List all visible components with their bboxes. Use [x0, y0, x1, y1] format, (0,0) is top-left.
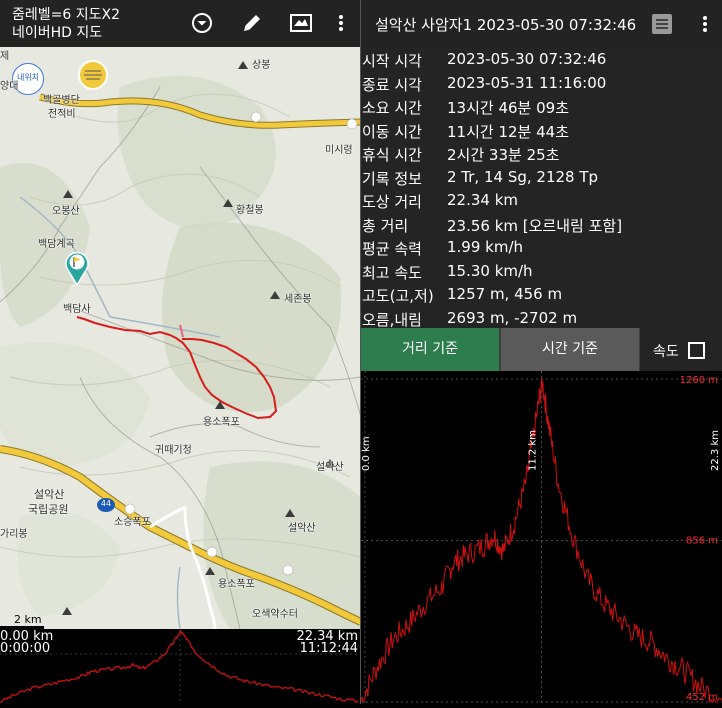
track-start-marker-icon[interactable] — [64, 250, 90, 287]
info-label: 종료 시각 — [362, 75, 422, 94]
track-title: 설악산 사암자1 2023-05-30 07:32:46 — [375, 16, 637, 34]
info-value: 22.34 km — [447, 191, 519, 209]
map-scale-label: 2 km — [14, 613, 42, 626]
map-label: 미시령 — [325, 145, 353, 156]
info-row-moving-time: 이동 시간 11시간 12분 44초 — [361, 121, 722, 145]
info-value: 2693 m, -2702 m — [447, 308, 578, 327]
map-view[interactable]: 내위치 상봉 제 양대 백골병단 전적비 미시령 오봉산 황철봉 백담계곡 백담… — [0, 47, 361, 629]
more-vert-icon[interactable] — [691, 10, 719, 38]
x-tick-label: 0.0 km — [361, 436, 372, 471]
info-row-duration: 소요 시간 13시간 46분 09초 — [361, 97, 722, 121]
map-label: 설악산 — [288, 523, 316, 534]
info-row-max-speed: 최고 속도 15.30 km/h — [361, 262, 722, 286]
info-row-record-info: 기록 정보 2 Tr, 14 Sg, 2128 Tp — [361, 168, 722, 192]
zoom-level-text: 줌레벨=6 지도X2 — [12, 7, 120, 23]
map-label: 용소폭포 — [203, 417, 240, 428]
info-value: 2 Tr, 14 Sg, 2128 Tp — [447, 167, 599, 186]
mini-elevation-chart[interactable]: 0.00 km 0:00:00 22.34 km 11:12:44 — [0, 629, 361, 704]
map-scale-bar: 2 km — [0, 613, 60, 629]
info-label: 총 거리 — [362, 216, 409, 235]
info-label: 기록 정보 — [362, 169, 422, 188]
map-label: 소승폭포 — [114, 517, 151, 528]
map-pane: 줌레벨=6 지도X2 네이버HD 지도 내위치 상봉 제 양대 백골병단 전적비… — [0, 0, 361, 704]
info-value: 2023-05-31 11:16:00 — [447, 73, 607, 92]
info-label: 고도(고,저) — [362, 287, 434, 305]
chart-mode-tabs: 거리 기준 시간 기준 속도 — [361, 328, 722, 371]
info-row-end-time: 종료 시각 2023-05-31 11:16:00 — [361, 74, 722, 98]
info-label: 소요 시간 — [362, 99, 422, 117]
info-label: 평균 속력 — [362, 240, 422, 258]
info-value: 2시간 33분 25초 — [447, 146, 560, 164]
info-row-total-distance: 총 거리 23.56 km [오르내림 포함] — [361, 215, 722, 239]
track-detail-pane: 설악산 사암자1 2023-05-30 07:32:46 시작 시각 2023-0… — [360, 0, 722, 704]
info-label: 이동 시간 — [362, 122, 422, 141]
map-layers-icon[interactable] — [286, 8, 316, 38]
map-label: 세존봉 — [284, 294, 312, 305]
y-tick-label: 452 m — [686, 692, 718, 703]
map-label: 백담계곡 — [38, 239, 75, 250]
info-value: 1.99 km/h — [447, 238, 524, 256]
map-label: 오봉산 — [52, 206, 80, 217]
y-tick-label: 856 m — [686, 536, 718, 547]
info-value: 2023-05-30 07:32:46 — [447, 50, 607, 68]
elevation-chart[interactable]: 1260 m 856 m 452 m 0.0 km 11.2 km 22.3 km — [360, 371, 722, 704]
map-source-text: 네이버HD 지도 — [12, 25, 103, 41]
info-row-start-time: 시작 시각 2023-05-30 07:32:46 — [361, 50, 722, 74]
info-label: 시작 시각 — [362, 52, 422, 70]
info-value: 11시간 12분 44초 — [447, 122, 569, 141]
info-value: 1257 m, 456 m — [447, 285, 563, 303]
info-value: 15.30 km/h — [447, 261, 533, 280]
map-label: 가리봉 — [0, 529, 28, 540]
x-tick-label: 22.3 km — [710, 430, 721, 471]
info-row-avg-speed: 평균 속력 1.99 km/h — [361, 238, 722, 262]
dropdown-circle-icon[interactable] — [187, 8, 217, 38]
info-label: 오름,내림 — [362, 310, 422, 329]
info-value: 23.56 km [오르내림 포함] — [447, 216, 623, 235]
tab-time-based[interactable]: 시간 기준 — [501, 328, 639, 371]
y-tick-label: 1260 m — [680, 375, 718, 386]
info-value: 13시간 46분 09초 — [447, 99, 569, 117]
map-label: 설악산 — [34, 488, 65, 501]
info-label: 휴식 시간 — [362, 146, 422, 164]
map-label: 황철봉 — [236, 205, 264, 216]
track-info-table: 시작 시각 2023-05-30 07:32:46 종료 시각 2023-05-31… — [361, 47, 722, 329]
speed-toggle[interactable]: 속도 — [640, 328, 722, 371]
route-44-label: 44 — [100, 499, 112, 508]
x-tick-label: 11.2 km — [528, 430, 539, 471]
mini-end-time: 11:12:44 — [299, 641, 358, 656]
info-row-map-distance: 도상 거리 22.34 km — [361, 191, 722, 215]
pencil-icon[interactable] — [237, 8, 267, 38]
map-label: 제 — [0, 51, 10, 62]
mini-start-time: 0:00:00 — [0, 641, 51, 656]
terrain-map — [0, 47, 361, 629]
map-label: 상봉 — [252, 60, 271, 71]
map-label: 백담사 — [63, 304, 91, 315]
speed-toggle-label: 속도 — [653, 344, 679, 360]
map-label: 국립공원 — [28, 503, 69, 516]
list-icon[interactable] — [648, 10, 676, 38]
tab-distance-based[interactable]: 거리 기준 — [361, 328, 499, 371]
speed-checkbox[interactable] — [688, 342, 705, 359]
map-label: 오색약수터 — [252, 609, 298, 620]
info-label: 최고 속도 — [362, 263, 422, 282]
map-label: 전적비 — [48, 109, 76, 120]
info-label: 도상 거리 — [362, 193, 422, 211]
map-toolbar: 줌레벨=6 지도X2 네이버HD 지도 — [0, 0, 361, 47]
map-label: 설악산 — [316, 462, 344, 473]
map-label: 용소폭포 — [218, 579, 255, 590]
map-label: 귀때기청 — [155, 445, 192, 456]
info-row-rest-time: 휴식 시간 2시간 33분 25초 — [361, 144, 722, 168]
map-label: 양대 — [0, 81, 19, 92]
more-vert-icon[interactable] — [326, 8, 356, 38]
track-header: 설악산 사암자1 2023-05-30 07:32:46 — [361, 0, 722, 47]
info-row-altitude: 고도(고,저) 1257 m, 456 m — [361, 285, 722, 309]
map-label: 백골병단 — [43, 95, 80, 106]
